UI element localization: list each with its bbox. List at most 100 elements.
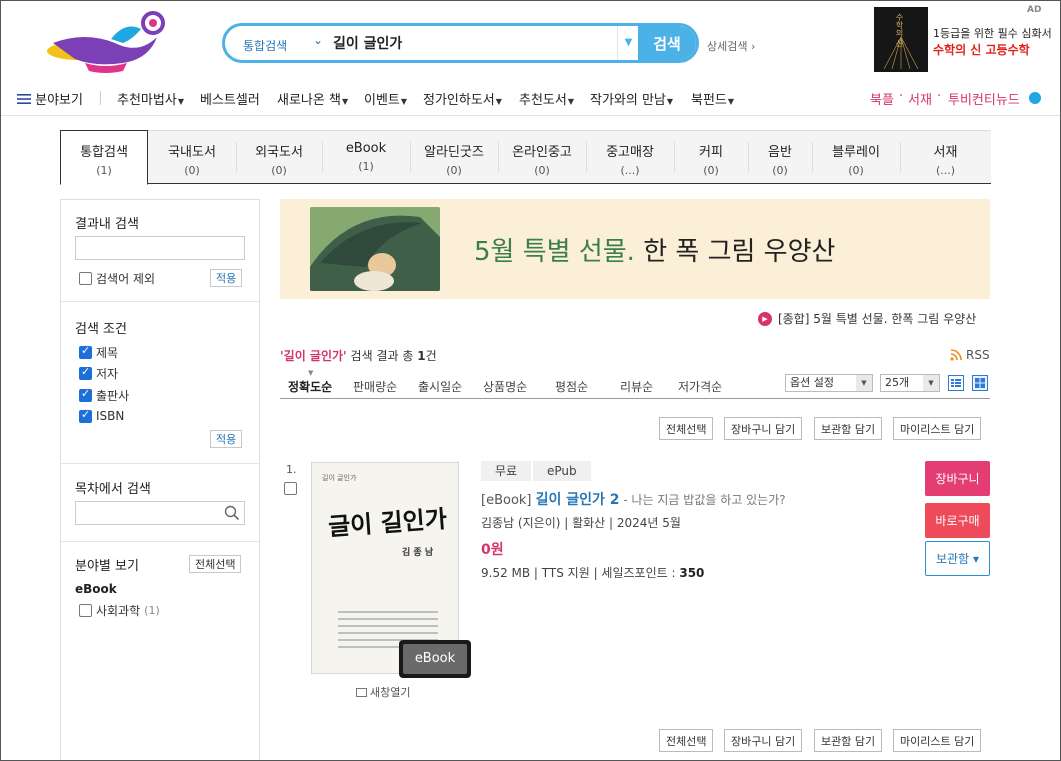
autocomplete-toggle-icon[interactable]: ▼ bbox=[617, 26, 639, 60]
add-to-cart-button-bottom[interactable]: 장바구니 담기 bbox=[724, 729, 803, 752]
nav-link-bookple[interactable]: 북플 bbox=[870, 89, 894, 108]
sort-rating[interactable]: 평점순 bbox=[555, 378, 588, 395]
ad-book-cover[interactable]: 수학의 신 bbox=[874, 7, 928, 72]
tab-integrated[interactable]: 통합검색 (1) bbox=[60, 130, 148, 185]
left-filter-panel: 결과내 검색 검색어 제외 적용 검색 조건 제목 저자 출판사 ISBN 적용… bbox=[60, 199, 260, 760]
promo-link[interactable]: ▶ [종합] 5월 특별 선물. 한폭 그림 우양산 bbox=[758, 310, 976, 327]
nav-item-new-books[interactable]: 새로나온 책▼ bbox=[277, 89, 348, 108]
tab-used-store[interactable]: 중고매장 (...) bbox=[586, 130, 674, 183]
category-menu-button[interactable]: 분야보기 bbox=[17, 89, 83, 109]
item-title-link[interactable]: 길이 글인가 2 bbox=[536, 492, 620, 508]
tab-foreign-books[interactable]: 외국도서 (0) bbox=[236, 130, 322, 183]
tab-domestic-books[interactable]: 국내도서 (0) bbox=[148, 130, 236, 183]
add-to-cart-button[interactable]: 장바구니 담기 bbox=[724, 417, 803, 440]
item-storage-dropdown-button[interactable]: 보관함 ▾ bbox=[925, 541, 990, 576]
tab-coffee[interactable]: 커피 (0) bbox=[674, 130, 748, 183]
detail-search-link[interactable]: 상세검색 › bbox=[707, 38, 755, 54]
sort-sales[interactable]: 판매량순 bbox=[353, 378, 397, 395]
item-title[interactable]: [eBook] 길이 글인가 2 - 나는 지금 밥값을 하고 있는가? bbox=[481, 489, 786, 509]
search-input[interactable] bbox=[333, 30, 633, 56]
nav-item-events[interactable]: 이벤트▼ bbox=[364, 89, 407, 108]
checkbox[interactable] bbox=[79, 604, 92, 617]
add-to-storage-button-bottom[interactable]: 보관함 담기 bbox=[814, 729, 883, 752]
checkbox[interactable] bbox=[79, 344, 92, 359]
nav-link-tobecontinued[interactable]: 투비컨티뉴드 bbox=[948, 89, 1020, 108]
checkbox[interactable] bbox=[79, 408, 92, 423]
item-cart-button[interactable]: 장바구니 bbox=[925, 461, 990, 496]
search-icon[interactable] bbox=[224, 505, 240, 524]
sort-name[interactable]: 상품명순 bbox=[483, 378, 527, 395]
in-result-search-input[interactable] bbox=[75, 236, 245, 260]
category-social-science-checkbox[interactable]: 사회과학 (1) bbox=[79, 602, 160, 619]
search-category-select[interactable]: 통합검색 bbox=[243, 37, 287, 54]
nav-item-bookfund[interactable]: 북펀드▼ bbox=[691, 89, 734, 108]
nav-divider bbox=[100, 91, 101, 105]
add-to-mylist-button-bottom[interactable]: 마이리스트 담기 bbox=[893, 729, 982, 752]
sort-review[interactable]: 리뷰순 bbox=[620, 378, 653, 395]
condition-author-checkbox[interactable]: 저자 bbox=[79, 365, 118, 382]
tab-divider bbox=[498, 142, 499, 172]
per-page-select[interactable]: 25개 ▼ bbox=[880, 374, 940, 392]
cover-author: 김 종 남 bbox=[402, 548, 434, 558]
chevron-down-icon[interactable]: ⌄ bbox=[313, 33, 323, 47]
tab-online-used[interactable]: 온라인중고 (0) bbox=[498, 130, 586, 183]
nav-item-recommended[interactable]: 추천도서▼ bbox=[519, 89, 574, 108]
nav-item-bestseller[interactable]: 베스트셀러 bbox=[200, 89, 260, 108]
exclude-keyword-checkbox[interactable]: 검색어 제외 bbox=[79, 270, 155, 287]
sort-active-indicator: ▼ bbox=[308, 369, 314, 377]
tab-bluray[interactable]: 블루레이 (0) bbox=[812, 130, 900, 183]
page-frame: 통합검색 ⌄ ▼ 검색 상세검색 › AD 수학의 신 1등급을 위한 필수 심… bbox=[0, 0, 1061, 761]
condition-isbn-checkbox[interactable]: ISBN bbox=[79, 408, 124, 423]
nav-item-author-meet[interactable]: 작가와의 만남▼ bbox=[590, 89, 673, 108]
result-summary: '길이 글인가' 검색 결과 총 1건 bbox=[280, 349, 437, 363]
sort-accuracy[interactable]: 정확도순 bbox=[288, 378, 332, 395]
tab-ebook[interactable]: eBook (1) bbox=[322, 130, 410, 183]
grid-view-icon[interactable] bbox=[972, 375, 988, 391]
rss-link[interactable]: RSS bbox=[950, 348, 990, 362]
apply-in-result-button[interactable]: 적용 bbox=[210, 269, 243, 287]
tab-divider bbox=[900, 142, 901, 172]
tab-music[interactable]: 음반 (0) bbox=[748, 130, 812, 183]
ad-text-line1[interactable]: 1등급을 위한 필수 심화서 bbox=[933, 25, 1052, 41]
add-to-mylist-button[interactable]: 마이리스트 담기 bbox=[893, 417, 982, 440]
condition-title-checkbox[interactable]: 제목 bbox=[79, 344, 118, 361]
sort-bar: ▼ 정확도순 판매량순 출시일순 상품명순 평점순 리뷰순 저가격순 옵션 설정… bbox=[280, 369, 990, 399]
open-new-window-link[interactable]: 새창열기 bbox=[356, 684, 410, 700]
more-icon[interactable] bbox=[1029, 92, 1041, 104]
tab-divider bbox=[236, 142, 237, 172]
list-view-icon[interactable] bbox=[948, 375, 964, 391]
sort-low-price[interactable]: 저가격순 bbox=[678, 378, 722, 395]
category-select-all-button[interactable]: 전체선택 bbox=[189, 555, 242, 573]
apply-conditions-button[interactable]: 적용 bbox=[210, 430, 243, 448]
toc-search-input[interactable] bbox=[80, 503, 220, 523]
ad-text-line2[interactable]: 수학의 신 고등수학 bbox=[933, 41, 1030, 58]
checkbox[interactable] bbox=[79, 272, 92, 285]
item-select-checkbox[interactable] bbox=[284, 482, 297, 495]
banner-headline: 5월 특별 선물. 한 폭 그림 우양산 bbox=[474, 237, 836, 267]
tab-divider bbox=[748, 142, 749, 172]
item-buy-now-button[interactable]: 바로구매 bbox=[925, 503, 990, 538]
checkbox[interactable] bbox=[79, 387, 92, 402]
ad-book-title: 수학의 신 bbox=[895, 13, 904, 48]
hamburger-icon bbox=[17, 93, 31, 109]
nav-link-library[interactable]: 서재 bbox=[908, 89, 932, 108]
promo-banner[interactable]: 5월 특별 선물. 한 폭 그림 우양산 bbox=[280, 199, 990, 299]
item-meta[interactable]: 김종남 (지은이) | 활화산 | 2024년 5월 bbox=[481, 514, 681, 531]
tab-goods[interactable]: 알라딘굿즈 (0) bbox=[410, 130, 498, 183]
tab-divider bbox=[322, 142, 323, 172]
checkbox[interactable] bbox=[79, 365, 92, 380]
tab-library[interactable]: 서재 (...) bbox=[900, 130, 991, 183]
option-select[interactable]: 옵션 설정 ▼ bbox=[785, 374, 873, 392]
search-button[interactable]: 검색 bbox=[638, 26, 696, 60]
select-all-button[interactable]: 전체선택 bbox=[659, 417, 714, 440]
add-to-storage-button[interactable]: 보관함 담기 bbox=[814, 417, 883, 440]
condition-publisher-checkbox[interactable]: 출판사 bbox=[79, 387, 129, 404]
sort-release[interactable]: 출시일순 bbox=[418, 378, 462, 395]
nav-item-price-cut[interactable]: 정가인하도서▼ bbox=[423, 89, 502, 108]
nav-item-recommend-wizard[interactable]: 추천마법사▼ bbox=[117, 89, 184, 108]
nav-dot: · bbox=[937, 89, 942, 104]
aladin-logo[interactable] bbox=[45, 9, 170, 79]
select-all-button-bottom[interactable]: 전체선택 bbox=[659, 729, 714, 752]
tab-divider bbox=[410, 142, 411, 172]
chevron-down-icon: ▼ bbox=[923, 375, 939, 391]
